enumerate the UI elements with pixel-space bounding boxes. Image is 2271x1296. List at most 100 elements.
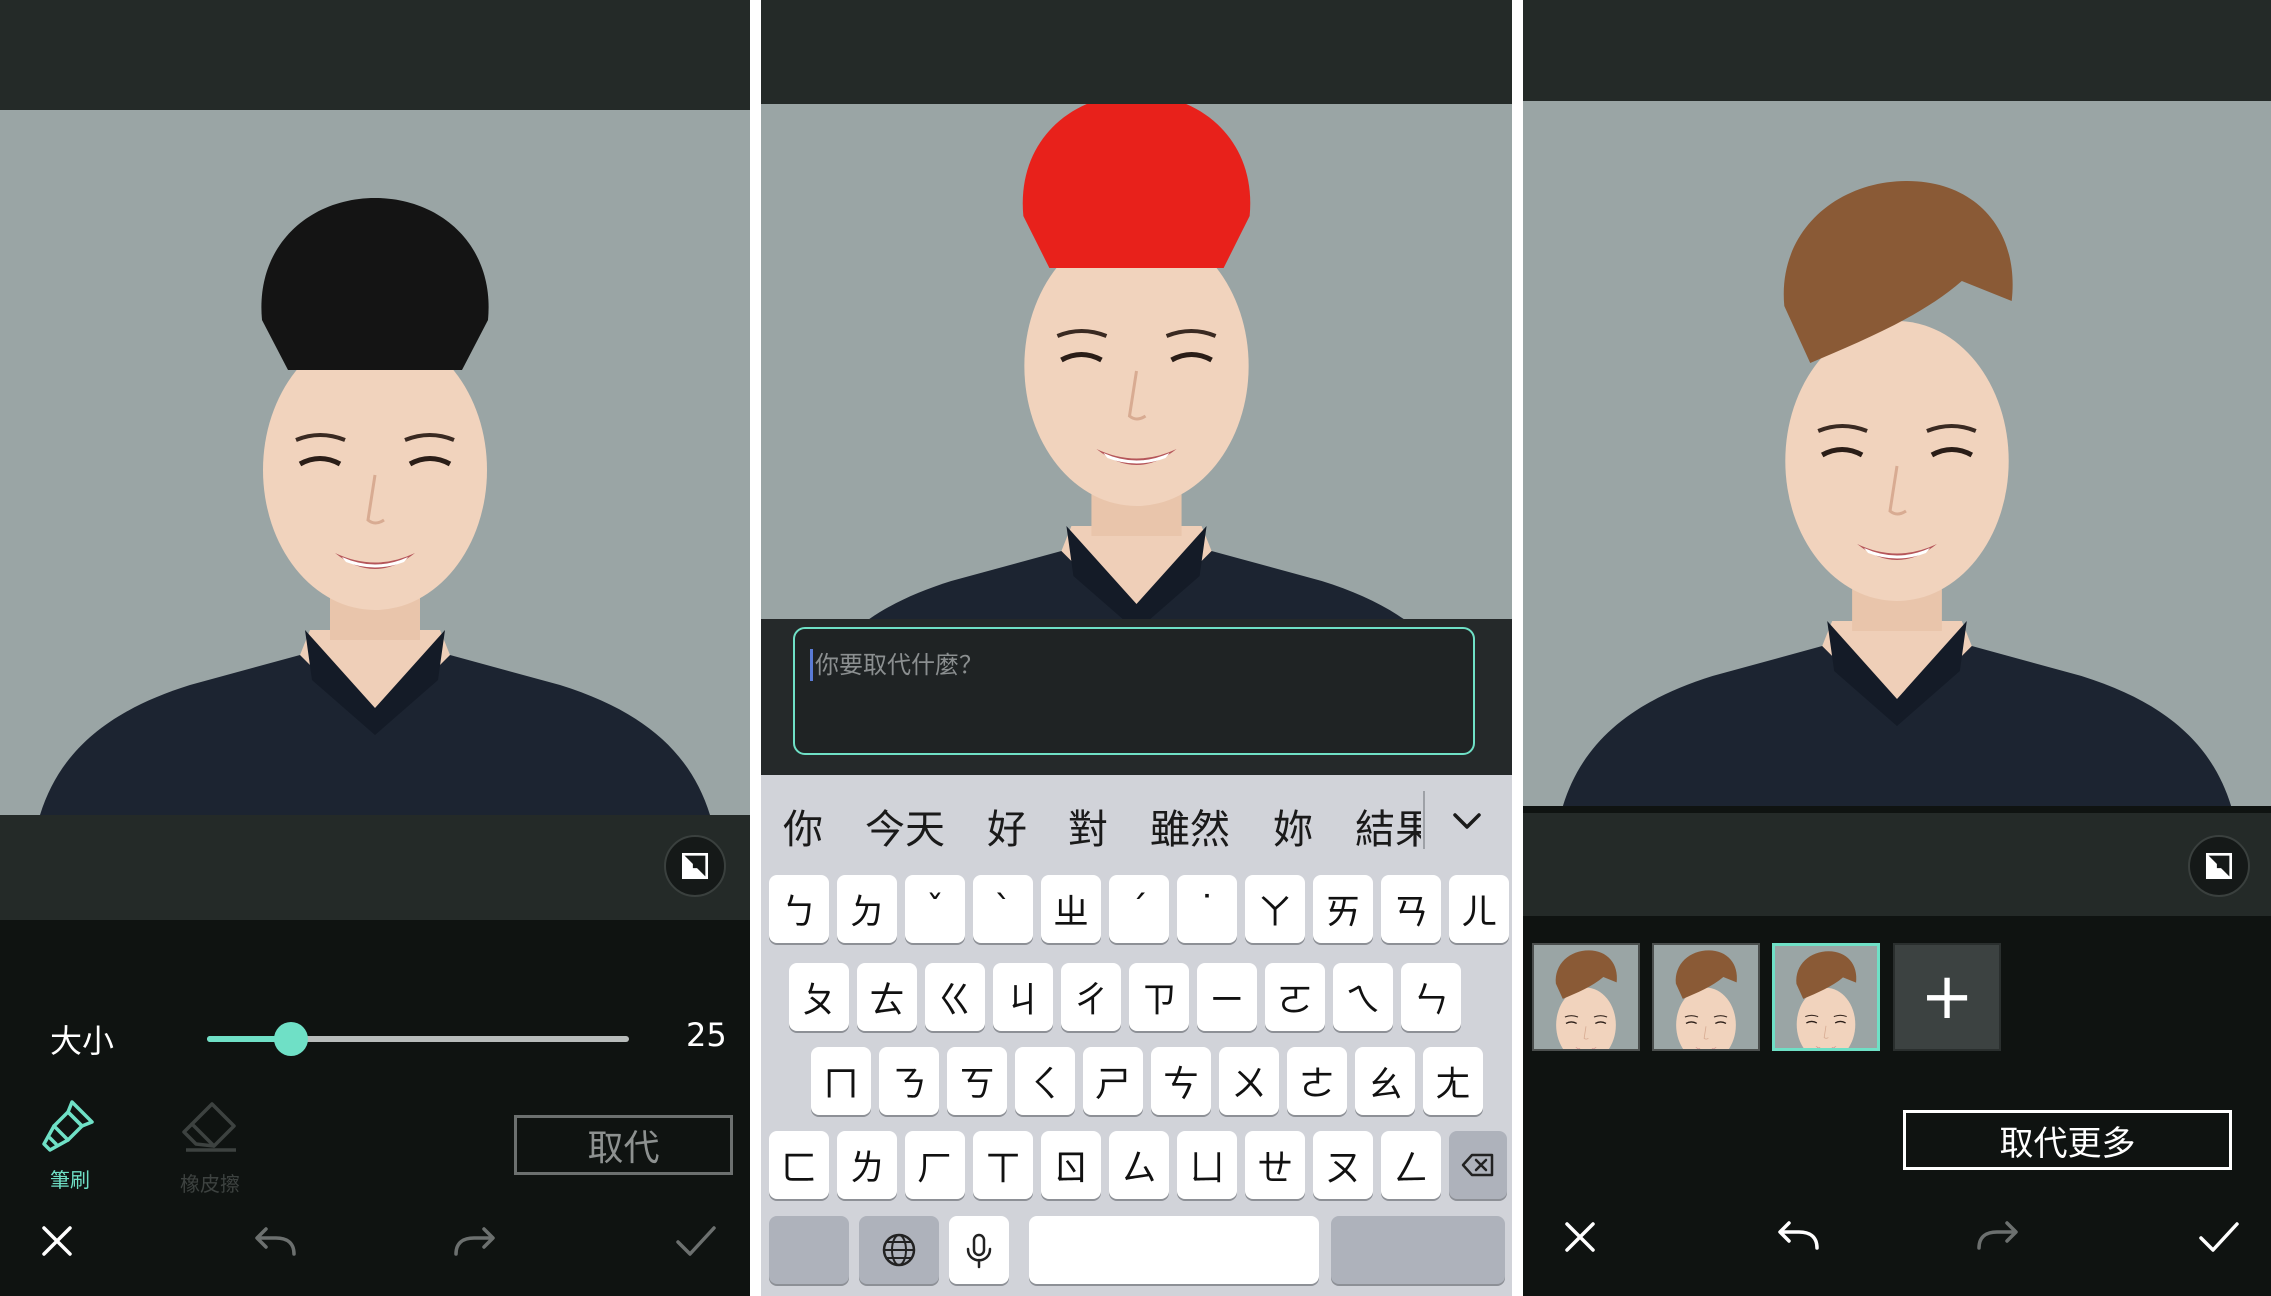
zhuyin-key[interactable]: ㄨ (1219, 1047, 1279, 1115)
brush-icon (42, 1100, 94, 1152)
candidate-word[interactable]: 你 (783, 797, 823, 855)
replace-button[interactable]: 取代 (514, 1115, 733, 1175)
zhuyin-key[interactable]: ㄦ (1449, 875, 1509, 943)
photo-canvas[interactable] (1523, 101, 2271, 813)
zhuyin-key[interactable]: ㄔ (1061, 963, 1121, 1031)
zhuyin-key[interactable]: ㄥ (1381, 1131, 1441, 1199)
zhuyin-key[interactable]: ㄝ (1245, 1131, 1305, 1199)
zhuyin-key[interactable]: ㄐ (993, 963, 1053, 1031)
candidate-word[interactable]: 雖然 (1150, 797, 1230, 855)
zhuyin-key[interactable]: ㄧ (1197, 963, 1257, 1031)
size-slider[interactable] (207, 1022, 629, 1056)
undo-button[interactable] (1773, 1212, 1823, 1262)
zhuyin-key[interactable]: ㄊ (857, 963, 917, 1031)
zhuyin-key[interactable]: ㄌ (837, 1131, 897, 1199)
slider-thumb[interactable] (274, 1022, 309, 1056)
photo-canvas[interactable] (0, 110, 750, 815)
zhuyin-keyboard: 你 今天 好 對 雖然 妳 結果 ㄅㄉ ˇ ˋ ㄓ ˊ ˙ ㄚㄞㄢㄦㄆㄊㄍㄐㄔㄗㄧㄛㄟㄣㄇㄋ… (761, 775, 1512, 1296)
result-thumbnail[interactable] (1532, 943, 1640, 1051)
prompt-textbox[interactable] (793, 627, 1475, 755)
result-thumbnail[interactable] (1772, 943, 1880, 1051)
zhuyin-key[interactable]: ㄒ (973, 1131, 1033, 1199)
add-result-button[interactable]: + (1893, 943, 2001, 1051)
prompt-input[interactable] (815, 645, 1455, 685)
text-caret (810, 649, 813, 681)
top-bar (0, 0, 750, 110)
redo-button[interactable] (450, 1218, 500, 1268)
globe-icon (882, 1233, 916, 1267)
zhuyin-key[interactable]: ㄓ (1041, 875, 1101, 943)
confirm-button[interactable] (2193, 1212, 2243, 1262)
close-button[interactable] (1555, 1212, 1605, 1262)
zhuyin-key[interactable]: ㄍ (925, 963, 985, 1031)
done-key[interactable] (1331, 1216, 1505, 1284)
zhuyin-key[interactable]: ㄆ (789, 963, 849, 1031)
compare-band (0, 815, 750, 920)
zhuyin-key[interactable]: ㄛ (1265, 963, 1325, 1031)
candidate-bar: 你 今天 好 對 雖然 妳 結果 (761, 775, 1512, 865)
redo-button[interactable] (1973, 1212, 2023, 1262)
size-label: 大小 (50, 1022, 115, 1060)
zhuyin-key[interactable]: ˋ (973, 875, 1033, 943)
zhuyin-key[interactable]: ㄜ (1287, 1047, 1347, 1115)
photo-canvas[interactable] (761, 104, 1512, 619)
zhuyin-key[interactable]: ㄖ (1041, 1131, 1101, 1199)
zhuyin-key[interactable]: ㄡ (1313, 1131, 1373, 1199)
compare-button[interactable] (2188, 835, 2250, 897)
space-key[interactable] (1029, 1216, 1319, 1284)
zhuyin-key[interactable]: ㄙ (1109, 1131, 1169, 1199)
candidate-word[interactable]: 今天 (865, 797, 945, 855)
brush-tool-label: 筆刷 (50, 1168, 90, 1192)
numbers-key[interactable] (769, 1216, 849, 1284)
zhuyin-key[interactable]: ㄗ (1129, 963, 1189, 1031)
compare-button[interactable] (664, 835, 726, 897)
zhuyin-key[interactable]: ㄕ (1083, 1047, 1143, 1115)
undo-button[interactable] (250, 1218, 300, 1268)
compare-icon (2205, 852, 2233, 880)
replace-more-button[interactable]: 取代更多 (1903, 1110, 2232, 1170)
globe-key[interactable] (859, 1216, 939, 1284)
zhuyin-key[interactable]: ㄟ (1333, 963, 1393, 1031)
zhuyin-key[interactable]: ˙ (1177, 875, 1237, 943)
zhuyin-key[interactable]: ˇ (905, 875, 965, 943)
backspace-key[interactable] (1449, 1131, 1507, 1199)
candidate-divider (1423, 791, 1425, 849)
zhuyin-key[interactable]: ˊ (1109, 875, 1169, 943)
eraser-icon (182, 1102, 236, 1152)
size-value: 25 (686, 1016, 727, 1054)
zhuyin-key[interactable]: ㄣ (1401, 963, 1461, 1031)
zhuyin-key[interactable]: ㄈ (769, 1131, 829, 1199)
candidate-word[interactable]: 妳 (1273, 797, 1313, 855)
zhuyin-key[interactable]: ㄚ (1245, 875, 1305, 943)
compare-band (1523, 813, 2271, 916)
zhuyin-key[interactable]: ㄑ (1015, 1047, 1075, 1115)
candidate-word[interactable]: 好 (987, 797, 1027, 855)
zhuyin-key[interactable]: ㄅ (769, 875, 829, 943)
zhuyin-key[interactable]: ㄎ (947, 1047, 1007, 1115)
zhuyin-key[interactable]: ㄏ (905, 1131, 965, 1199)
zhuyin-key[interactable]: ㄉ (837, 875, 897, 943)
candidate-word[interactable]: 結果 (1355, 797, 1421, 855)
check-icon (676, 1226, 716, 1256)
close-icon (1565, 1222, 1595, 1252)
zhuyin-key[interactable]: ㄇ (811, 1047, 871, 1115)
backspace-icon (1461, 1153, 1494, 1177)
zhuyin-key[interactable]: ㄋ (879, 1047, 939, 1115)
zhuyin-key[interactable]: ㄢ (1381, 875, 1441, 943)
undo-icon (255, 1227, 296, 1256)
zhuyin-key[interactable]: ㄞ (1313, 875, 1373, 943)
zhuyin-key[interactable]: ㄤ (1423, 1047, 1483, 1115)
chevron-down-icon[interactable] (1447, 801, 1487, 841)
zhuyin-key[interactable]: ㄘ (1151, 1047, 1211, 1115)
zhuyin-key[interactable]: ㄠ (1355, 1047, 1415, 1115)
close-button[interactable] (32, 1216, 82, 1266)
redo-icon (1977, 1221, 2018, 1250)
zhuyin-key[interactable]: ㄩ (1177, 1131, 1237, 1199)
confirm-button[interactable] (670, 1216, 720, 1266)
eraser-tool-button[interactable]: 橡皮擦 (150, 1096, 270, 1197)
result-thumbnail[interactable] (1652, 943, 1760, 1051)
candidate-word[interactable]: 對 (1068, 797, 1108, 855)
redo-icon (454, 1227, 495, 1256)
brush-tool-button[interactable]: 筆刷 (10, 1092, 130, 1193)
microphone-key[interactable] (949, 1216, 1009, 1284)
